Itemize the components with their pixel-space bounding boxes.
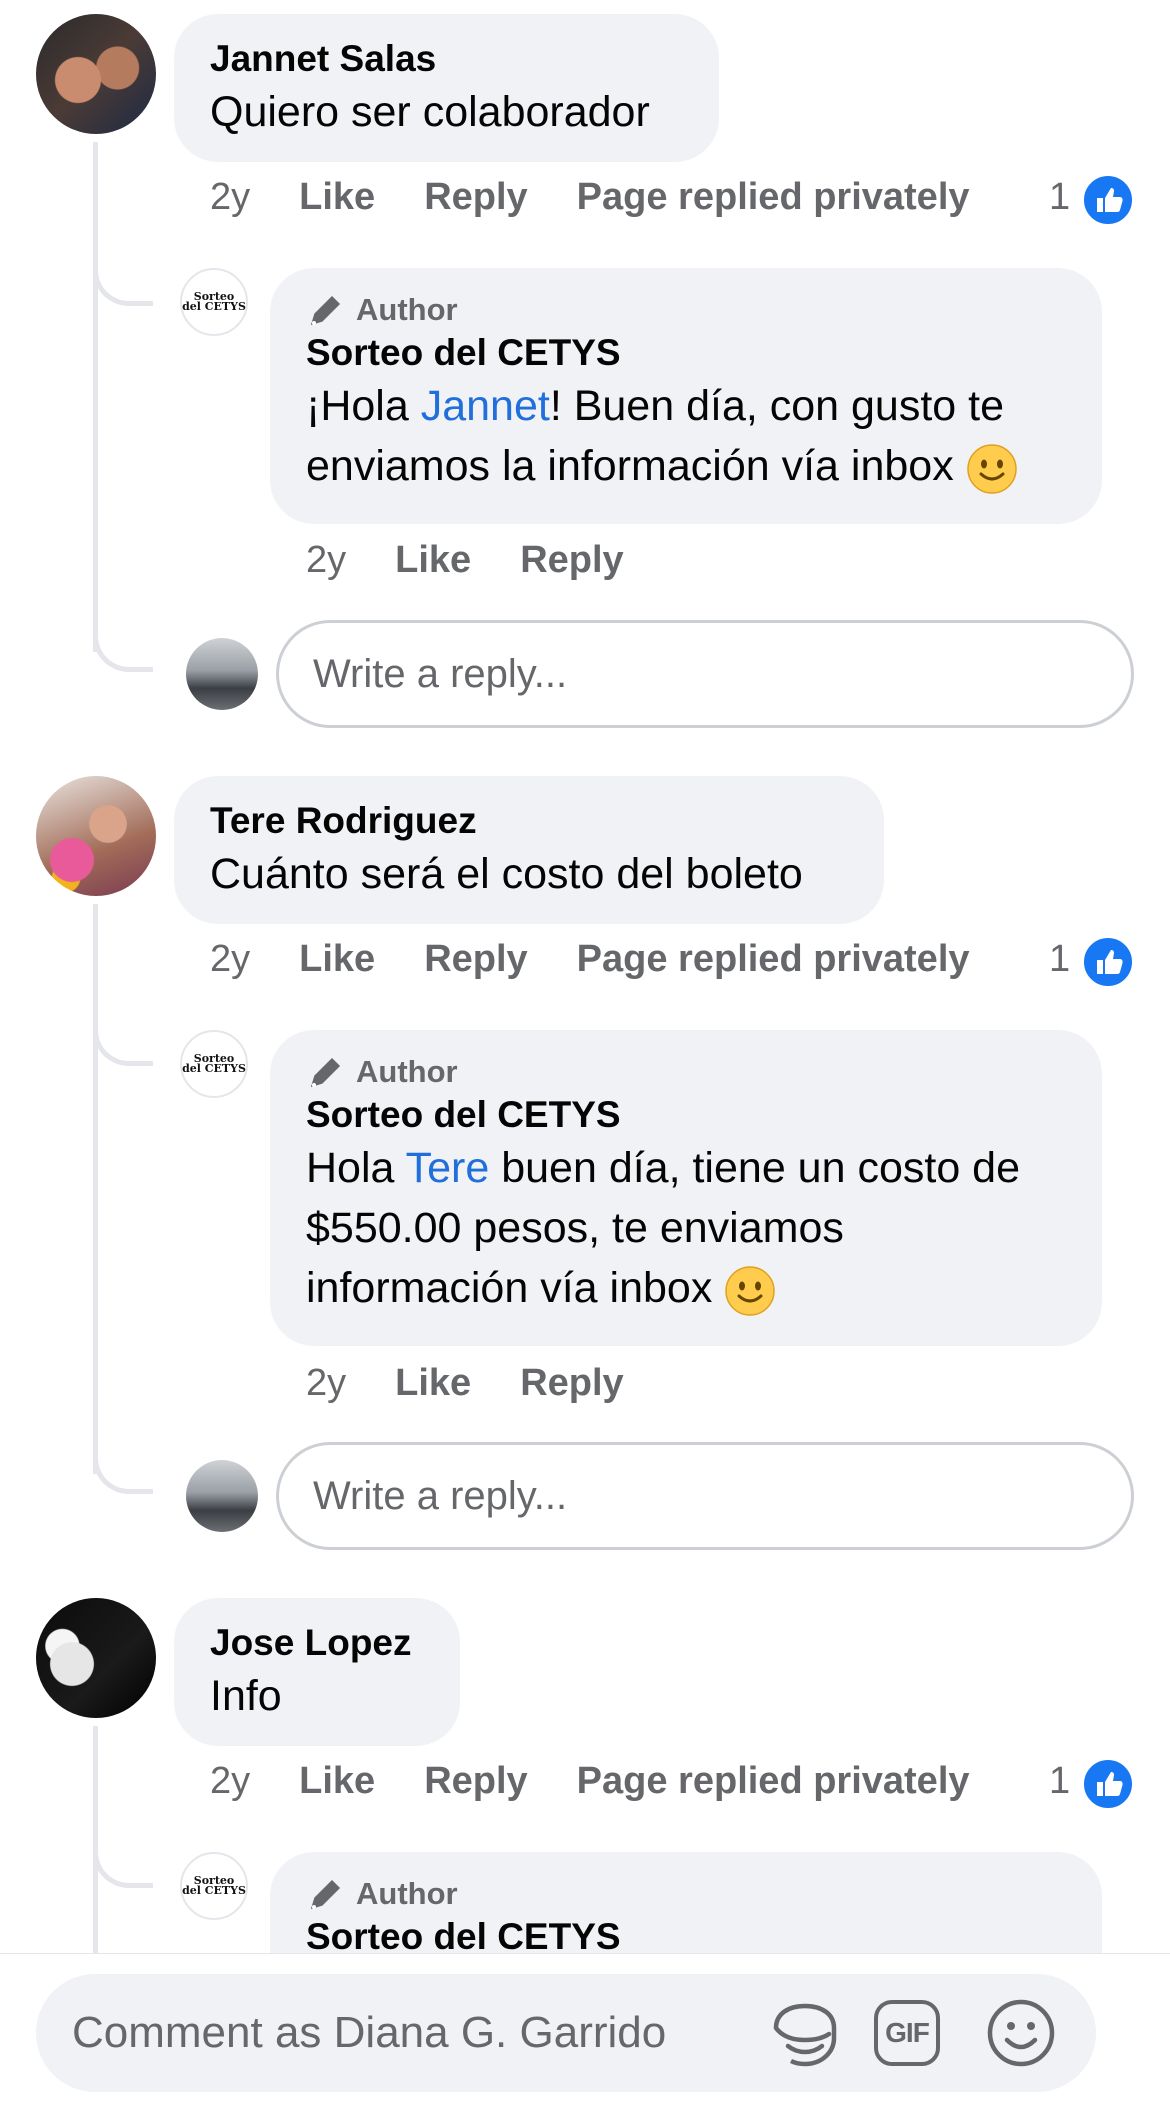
reply-actions: 2y Like Reply bbox=[306, 539, 673, 582]
comment-text: Info bbox=[210, 1672, 282, 1720]
author-badge-label: Author bbox=[356, 292, 458, 327]
comment-actions: 2y Like Reply Page replied privately bbox=[210, 938, 1019, 981]
comment-time[interactable]: 2y bbox=[210, 176, 250, 218]
comment-text: Quiero ser colaborador bbox=[210, 88, 650, 136]
thread-connector bbox=[93, 1822, 153, 1888]
sticker-icon[interactable] bbox=[768, 1998, 842, 2072]
thread-connector bbox=[93, 1000, 153, 1066]
gif-icon[interactable]: GIF bbox=[874, 2000, 940, 2066]
gif-label: GIF bbox=[885, 2017, 930, 2048]
reply-button[interactable]: Reply bbox=[520, 1362, 623, 1404]
reply-text-part: ¡Hola bbox=[306, 382, 421, 430]
avatar[interactable] bbox=[36, 776, 156, 896]
comment-time[interactable]: 2y bbox=[210, 1760, 250, 1802]
reply-text-part: Hola bbox=[306, 1144, 406, 1192]
page-avatar[interactable]: Sorteo del CETYS bbox=[180, 1030, 248, 1098]
comment-actions: 2y Like Reply Page replied privately bbox=[210, 176, 1019, 219]
avatar[interactable] bbox=[36, 14, 156, 134]
comment-placeholder: Comment as Diana G. Garrido bbox=[72, 2008, 667, 2057]
avatar[interactable] bbox=[36, 1598, 156, 1718]
mention-link[interactable]: Tere bbox=[406, 1144, 490, 1192]
like-button[interactable]: Like bbox=[395, 1362, 471, 1404]
author-badge: Author bbox=[306, 290, 1066, 330]
like-button[interactable]: Like bbox=[395, 539, 471, 581]
reply-button[interactable]: Reply bbox=[520, 539, 623, 581]
write-reply-input[interactable]: Write a reply... bbox=[276, 620, 1134, 728]
reply-actions: 2y Like Reply bbox=[306, 1362, 673, 1405]
comment-bubble: Jannet Salas Quiero ser colaborador bbox=[174, 14, 719, 162]
reply-bubble: Author Sorteo del CETYS ¡Hola Jannet! Bu… bbox=[270, 268, 1102, 524]
comment-author[interactable]: Jose Lopez bbox=[210, 1620, 424, 1666]
logo-text: del CETYS bbox=[182, 1062, 246, 1075]
comment-author[interactable]: Tere Rodriguez bbox=[210, 798, 848, 844]
thread-connector bbox=[93, 1420, 153, 1494]
like-button[interactable]: Like bbox=[299, 938, 375, 980]
like-reaction-icon bbox=[1081, 1757, 1135, 1811]
emoji-icon[interactable] bbox=[986, 1998, 1056, 2068]
reply-time[interactable]: 2y bbox=[306, 1362, 346, 1404]
page-replied-status: Page replied privately bbox=[576, 938, 970, 980]
reply-button[interactable]: Reply bbox=[424, 176, 527, 218]
reaction-count[interactable]: 1 bbox=[1049, 1760, 1070, 1803]
reply-button[interactable]: Reply bbox=[424, 938, 527, 980]
reply-text: ¡Hola Jannet! Buen día, con gusto te env… bbox=[306, 376, 1066, 496]
thread-line bbox=[93, 142, 98, 652]
smiley-emoji-icon bbox=[725, 1265, 776, 1316]
reply-bubble: Author Sorteo del CETYS Hola Tere buen d… bbox=[270, 1030, 1102, 1346]
write-reply-input[interactable]: Write a reply... bbox=[276, 1442, 1134, 1550]
comment-composer-bar: Comment as Diana G. Garrido GIF bbox=[0, 1953, 1170, 2110]
current-user-avatar bbox=[186, 1460, 258, 1532]
reply-author[interactable]: Sorteo del CETYS bbox=[306, 330, 1066, 376]
reply-text: Hola Tere buen día, tiene un costo de $5… bbox=[306, 1138, 1066, 1318]
author-badge-label: Author bbox=[356, 1054, 458, 1089]
comment-bubble: Tere Rodriguez Cuánto será el costo del … bbox=[174, 776, 884, 924]
author-badge-label: Author bbox=[356, 1876, 458, 1911]
reaction-count[interactable]: 1 bbox=[1049, 176, 1070, 219]
reply-button[interactable]: Reply bbox=[424, 1760, 527, 1802]
logo-text: del CETYS bbox=[182, 1884, 246, 1897]
reply-time[interactable]: 2y bbox=[306, 539, 346, 581]
author-badge: Author bbox=[306, 1052, 1066, 1092]
logo-text: del CETYS bbox=[182, 300, 246, 313]
comment-text: Cuánto será el costo del boleto bbox=[210, 850, 803, 898]
author-badge: Author bbox=[306, 1874, 1066, 1914]
pencil-icon bbox=[310, 1879, 341, 1910]
like-button[interactable]: Like bbox=[299, 1760, 375, 1802]
comment-bubble: Jose Lopez Info bbox=[174, 1598, 460, 1746]
smiley-emoji-icon bbox=[966, 443, 1017, 494]
thread-connector bbox=[93, 240, 153, 306]
like-reaction-icon bbox=[1081, 173, 1135, 227]
like-reaction-icon bbox=[1081, 935, 1135, 989]
thread-line bbox=[93, 904, 98, 1474]
mention-link[interactable]: Jannet bbox=[421, 382, 550, 430]
comment-actions: 2y Like Reply Page replied privately bbox=[210, 1760, 1019, 1803]
reaction-count[interactable]: 1 bbox=[1049, 938, 1070, 981]
comment-input[interactable]: Comment as Diana G. Garrido GIF bbox=[36, 1974, 1096, 2092]
pencil-icon bbox=[310, 1057, 341, 1088]
comment-time[interactable]: 2y bbox=[210, 938, 250, 980]
page-replied-status: Page replied privately bbox=[576, 176, 970, 218]
comment-author[interactable]: Jannet Salas bbox=[210, 36, 683, 82]
pencil-icon bbox=[310, 295, 341, 326]
page-avatar[interactable]: Sorteo del CETYS bbox=[180, 1852, 248, 1920]
current-user-avatar bbox=[186, 638, 258, 710]
like-button[interactable]: Like bbox=[299, 176, 375, 218]
page-avatar[interactable]: Sorteo del CETYS bbox=[180, 268, 248, 336]
reply-author[interactable]: Sorteo del CETYS bbox=[306, 1092, 1066, 1138]
thread-connector bbox=[93, 600, 153, 672]
page-replied-status: Page replied privately bbox=[576, 1760, 970, 1802]
